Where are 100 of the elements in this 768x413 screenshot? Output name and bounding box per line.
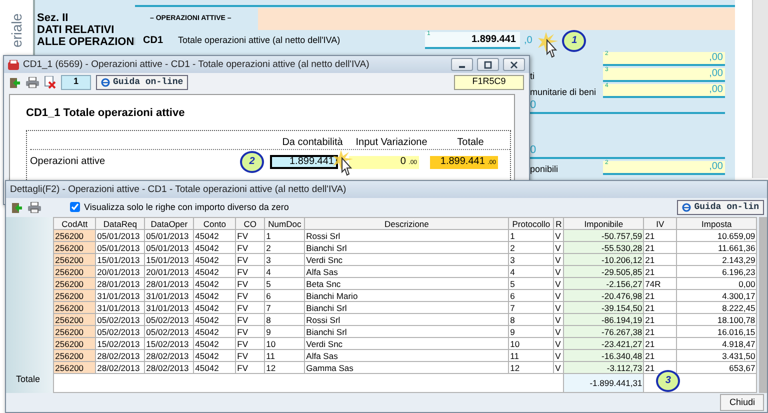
table-cell: 05/02/2013 <box>144 314 194 326</box>
close-button[interactable] <box>503 58 525 71</box>
table-cell: 20/01/2013 <box>144 266 194 278</box>
table-cell: -76.267,38 <box>564 326 644 338</box>
table-cell: 4.300,17 <box>676 290 757 302</box>
table-cell: 256200 <box>54 266 96 278</box>
scrollbar[interactable] <box>752 0 768 178</box>
table-cell: -50.757,59 <box>564 230 644 242</box>
table-cell: 45042 <box>194 350 236 362</box>
table-cell: -39.154,50 <box>564 302 644 314</box>
table-cell: FV <box>236 314 265 326</box>
table-cell: 10 <box>264 338 305 350</box>
table-cell: 7 <box>508 302 554 314</box>
table-cell: 45042 <box>194 338 236 350</box>
total-value: 0 <box>530 98 536 112</box>
table-cell: 31/01/2013 <box>96 290 145 302</box>
column-header[interactable]: DataOper <box>144 218 194 230</box>
column-header[interactable]: Descrizione <box>304 218 509 230</box>
column-header[interactable]: CodAtt <box>54 218 96 230</box>
column-header[interactable]: R <box>554 218 564 230</box>
table-cell: 05/01/2013 <box>144 242 194 254</box>
row-label: Operazioni attive <box>30 156 106 168</box>
close-button[interactable]: Chiudi <box>720 394 764 411</box>
total-label: Totale <box>16 374 40 385</box>
column-header[interactable]: DataReq <box>96 218 145 230</box>
column-header[interactable]: NumDoc <box>264 218 305 230</box>
table-cell: Bianchi Srl <box>304 302 509 314</box>
table-cell: 2 <box>264 242 305 254</box>
table-cell: 256200 <box>54 314 96 326</box>
table-cell: 28/01/2013 <box>144 278 194 290</box>
maximize-button[interactable] <box>477 58 499 71</box>
field-value: 1.899.441 <box>472 34 516 45</box>
column-header[interactable]: Protocollo <box>508 218 554 230</box>
table-cell: 05/01/2013 <box>96 242 145 254</box>
table-cell: 6 <box>264 290 305 302</box>
table-cell: 28/01/2013 <box>96 278 145 290</box>
table-cell: 21 <box>644 350 677 362</box>
table-cell: 74R <box>644 278 677 290</box>
field-label: ponibili <box>529 164 560 175</box>
column-header[interactable]: IV <box>644 218 677 230</box>
table-cell: 3.431,50 <box>676 350 757 362</box>
table-cell: 10.659,09 <box>676 230 757 242</box>
decimals-text: ,0 <box>524 34 532 46</box>
table-cell: 4 <box>264 266 305 278</box>
table-cell: 256200 <box>54 302 96 314</box>
column-header: Input Variazione <box>354 137 428 148</box>
section-title: ALLE OPERAZIONI <box>37 36 135 48</box>
printer-icon <box>26 77 39 88</box>
table-cell: -3.112,73 <box>564 362 644 374</box>
delete-icon <box>44 76 56 89</box>
table-cell: 18.100,78 <box>676 314 757 326</box>
table-cell: 11.661,36 <box>676 242 757 254</box>
table-cell: 45042 <box>194 266 236 278</box>
column-header[interactable]: Imposta <box>676 218 757 230</box>
table-cell: 3 <box>264 254 305 266</box>
table-cell: 8.222,45 <box>676 302 757 314</box>
table-cell: -29.505,85 <box>564 266 644 278</box>
table-cell: FV <box>236 302 265 314</box>
table-cell: -2.156,27 <box>564 278 644 290</box>
column-header[interactable]: Imponibile <box>564 218 644 230</box>
table-cell: 21 <box>644 314 677 326</box>
column-header[interactable]: CO <box>236 218 265 230</box>
page-field[interactable]: 1 <box>61 75 91 90</box>
close-icon <box>509 60 519 68</box>
table-cell: FV <box>236 290 265 302</box>
window-title: Dettagli(F2) - Operazioni attive - CD1 - Totale operazioni attive (al netto dell'IVA) <box>10 184 346 196</box>
table-cell: 21 <box>644 254 677 266</box>
table-cell: 45042 <box>194 302 236 314</box>
help-button[interactable]: Guida on-line <box>96 75 188 90</box>
table-cell: 16.016,15 <box>676 326 757 338</box>
column-header[interactable]: Conto <box>194 218 236 230</box>
filter-label: Visualizza solo le righe con importo diverso da zero <box>84 202 289 213</box>
scrollbar[interactable] <box>759 217 767 393</box>
amount-field[interactable]: 1.899.441 <box>270 155 338 170</box>
filter-checkbox[interactable] <box>70 202 80 212</box>
decimals-text: ,00 <box>709 84 723 95</box>
total-value: 0 <box>530 144 536 157</box>
table-cell: 256200 <box>54 230 96 242</box>
table-cell: 256200 <box>54 350 96 362</box>
minimize-button[interactable] <box>451 58 473 71</box>
field-label: ti <box>529 71 536 82</box>
help-button[interactable]: Guida on-lin <box>677 200 764 215</box>
side-label: eriale <box>8 13 26 48</box>
table-cell: 256200 <box>54 290 96 302</box>
table-cell: 256200 <box>54 254 96 266</box>
table-cell: 21 <box>644 242 677 254</box>
table-cell: 05/02/2013 <box>96 314 145 326</box>
app-icon <box>8 60 19 70</box>
table-cell: Alfa Sas <box>304 266 509 278</box>
table-cell: -86.194,19 <box>564 314 644 326</box>
table-cell: 20/01/2013 <box>96 266 145 278</box>
table-cell: 45042 <box>194 326 236 338</box>
table-cell: 31/01/2013 <box>96 302 145 314</box>
table-cell: Bianchi Mario <box>304 290 509 302</box>
table-cell: 05/01/2013 <box>144 230 194 242</box>
table-cell: 6.196,23 <box>676 266 757 278</box>
column-header: Da contabilità <box>281 137 344 148</box>
table-cell: 45042 <box>194 314 236 326</box>
decimals-text: ,00 <box>709 68 723 79</box>
table-cell: 31/01/2013 <box>144 290 194 302</box>
